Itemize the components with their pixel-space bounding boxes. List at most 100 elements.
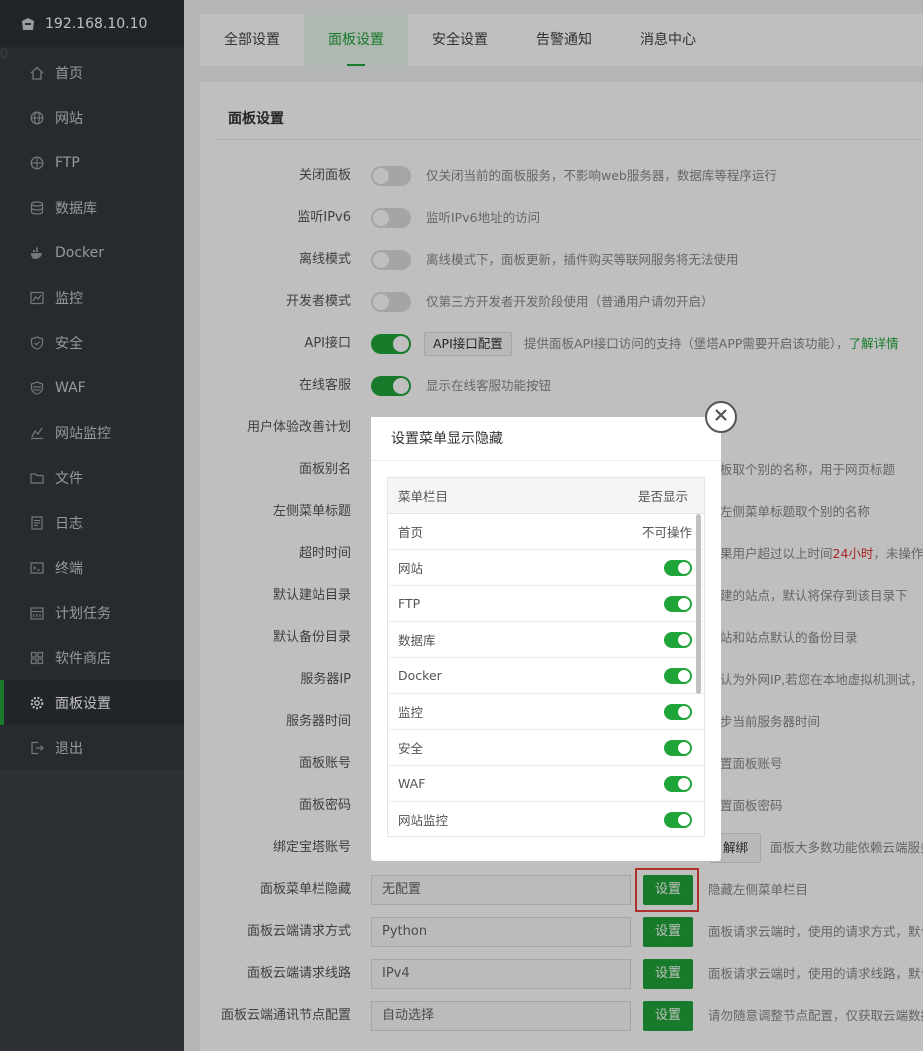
- table-scrollbar[interactable]: [696, 514, 701, 694]
- row-label: 左侧菜单标题: [272, 504, 351, 519]
- table-row: WAF: [388, 766, 704, 802]
- sidebar-item-website[interactable]: 网站: [0, 95, 184, 140]
- visibility-toggle[interactable]: [664, 703, 692, 720]
- sidebar-item-label: 文件: [55, 470, 83, 487]
- row-label: 默认建站目录: [272, 588, 351, 603]
- database-icon: [30, 200, 44, 215]
- visibility-toggle[interactable]: [664, 811, 692, 828]
- row-name: 数据库: [398, 633, 436, 648]
- menu-visibility-dialog: 设置菜单显示隐藏 菜单栏目 是否显示 首页 不可操作 网站 FTP 数据库 Do…: [371, 417, 721, 861]
- server-address: 192.168.10.10: [45, 15, 148, 32]
- visibility-toggle[interactable]: [664, 775, 692, 792]
- col-visible: 是否显示: [637, 489, 688, 504]
- home-icon: [30, 66, 44, 80]
- sidebar-item-label: 计划任务: [55, 605, 111, 622]
- highlight-box: [635, 868, 699, 912]
- site-monitor-icon: [30, 426, 44, 440]
- sidebar-item-label: 终端: [55, 560, 83, 577]
- row-label: 面板菜单栏隐藏: [259, 882, 351, 897]
- row-desc: 果用户超过以上时间24小时，未操作面: [720, 546, 923, 561]
- sidebar-item-security[interactable]: 安全: [0, 320, 184, 365]
- log-icon: [30, 515, 44, 530]
- table-row: 监控: [388, 694, 704, 730]
- sidebar-item-label: 退出: [55, 740, 83, 757]
- folder-icon: [30, 471, 44, 485]
- sidebar-item-terminal[interactable]: 终端: [0, 545, 184, 590]
- row-desc: 站和站点默认的备份目录: [720, 630, 858, 645]
- logout-icon: [30, 741, 44, 755]
- row-label: 超时时间: [298, 546, 351, 561]
- row-name: 首页: [398, 525, 424, 540]
- sidebar-item-label: 安全: [55, 335, 83, 352]
- sidebar-item-home[interactable]: 首页: [0, 50, 184, 95]
- row-name: 监控: [398, 705, 424, 720]
- monitor-icon: [30, 291, 44, 305]
- visibility-toggle[interactable]: [664, 595, 692, 612]
- dialog-close-button[interactable]: [705, 401, 737, 433]
- sidebar-item-monitor[interactable]: 监控: [0, 275, 184, 320]
- row-desc: 置面板账号: [720, 756, 783, 771]
- row-desc: 面板请求云端时，使用的请求线路，默认: [708, 966, 923, 981]
- menu-hide-input[interactable]: 无配置: [371, 875, 631, 905]
- sidebar-item-cron[interactable]: 计划任务: [0, 590, 184, 635]
- table-row: FTP: [388, 586, 704, 622]
- sidebar-item-ftp[interactable]: FTP: [0, 140, 184, 185]
- dialog-title: 设置菜单显示隐藏: [371, 417, 721, 461]
- sidebar-footer-area: [0, 770, 184, 1051]
- table-row: 网站监控: [388, 802, 704, 836]
- sidebar-item-logout[interactable]: 退出: [0, 725, 184, 770]
- sidebar-item-files[interactable]: 文件: [0, 455, 184, 500]
- sidebar-item-label: 首页: [55, 65, 83, 82]
- sidebar-item-database[interactable]: 数据库: [0, 185, 184, 230]
- sidebar-item-label: 日志: [55, 515, 83, 532]
- sidebar-item-label: 网站: [55, 110, 83, 127]
- row-name: FTP: [398, 596, 421, 611]
- row-label: 默认备份目录: [272, 630, 351, 645]
- calendar-icon: [30, 606, 44, 620]
- row-label: 面板云端请求方式: [246, 924, 351, 939]
- visibility-toggle[interactable]: [664, 739, 692, 756]
- table-row: 首页 不可操作: [388, 514, 704, 550]
- row-desc: 面板大多数功能依赖云端服务: [770, 840, 923, 855]
- cloud-method-set-button[interactable]: 设置: [643, 917, 693, 947]
- sidebar-item-panel-settings[interactable]: 面板设置: [0, 680, 184, 725]
- sidebar-item-site-monitor[interactable]: 网站监控: [0, 410, 184, 455]
- row-cloud-line: 面板云端请求线路 IPv4 设置 面板请求云端时，使用的请求线路，默认: [200, 953, 923, 993]
- row-label: 面板账号: [298, 756, 351, 771]
- row-desc: 板取个别的名称，用于网页标题: [720, 462, 896, 477]
- close-icon: [714, 408, 728, 426]
- row-label: 服务器时间: [285, 714, 351, 729]
- row-label: 面板云端通讯节点配置: [220, 1008, 351, 1023]
- row-desc: 请勿随意调整节点配置，仅获取云端数据: [708, 1008, 923, 1023]
- row-desc: 左侧菜单标题取个别的名称: [720, 504, 871, 519]
- row-desc: 面板请求云端时，使用的请求方式，默认: [708, 924, 923, 939]
- row-name: 网站监控: [398, 813, 449, 828]
- row-state: 不可操作: [641, 525, 692, 540]
- waf-icon: [30, 380, 44, 395]
- row-name: 安全: [398, 741, 424, 756]
- col-menu-item: 菜单栏目: [398, 489, 449, 504]
- row-cloud-method: 面板云端请求方式 Python 设置 面板请求云端时，使用的请求方式，默认: [200, 911, 923, 951]
- gear-icon: [30, 696, 44, 710]
- server-logo-icon: [20, 16, 36, 32]
- sidebar-item-docker[interactable]: Docker: [0, 230, 184, 275]
- row-cloud-node: 面板云端通讯节点配置 自动选择 设置 请勿随意调整节点配置，仅获取云端数据: [200, 995, 923, 1035]
- cloud-line-input[interactable]: IPv4: [371, 959, 631, 989]
- visibility-toggle[interactable]: [664, 631, 692, 648]
- cloud-node-set-button[interactable]: 设置: [643, 1001, 693, 1031]
- sidebar-item-waf[interactable]: WAF: [0, 365, 184, 410]
- visibility-toggle[interactable]: [664, 559, 692, 576]
- globe-icon: [30, 111, 44, 125]
- cloud-node-input[interactable]: 自动选择: [371, 1001, 631, 1031]
- sidebar-item-logs[interactable]: 日志: [0, 500, 184, 545]
- table-row: 安全: [388, 730, 704, 766]
- menu-visibility-table: 菜单栏目 是否显示 首页 不可操作 网站 FTP 数据库 Docker 监控 安…: [387, 477, 705, 837]
- cloud-line-set-button[interactable]: 设置: [643, 959, 693, 989]
- row-desc: 认为外网IP,若您在本地虚拟机测试，请: [720, 672, 923, 687]
- sidebar-item-label: 数据库: [55, 200, 97, 217]
- sidebar-item-store[interactable]: 软件商店: [0, 635, 184, 680]
- visibility-toggle[interactable]: [664, 667, 692, 684]
- sidebar-item-label: 监控: [55, 290, 83, 307]
- table-header: 菜单栏目 是否显示: [388, 478, 704, 514]
- cloud-method-input[interactable]: Python: [371, 917, 631, 947]
